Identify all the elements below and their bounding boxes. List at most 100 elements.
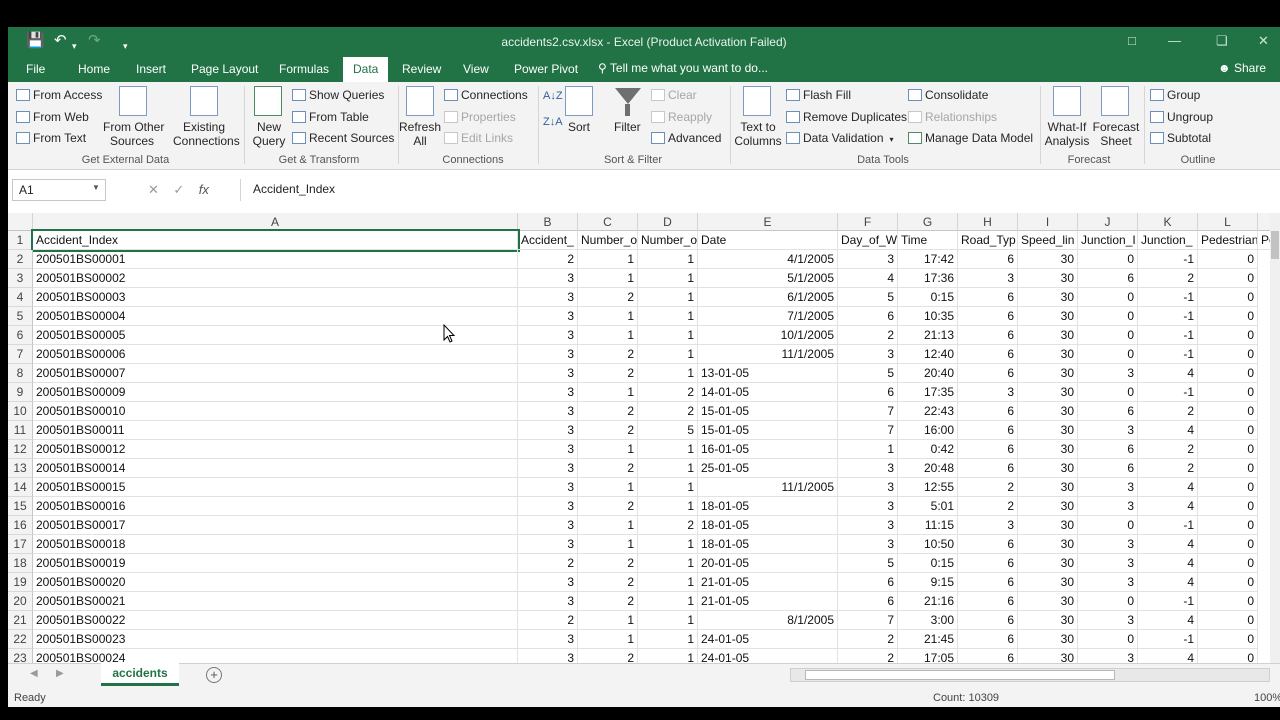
- table-cell[interactable]: 0: [1078, 288, 1138, 307]
- table-cell[interactable]: 30: [1018, 440, 1078, 459]
- tell-me-box[interactable]: ⚲ Tell me what you want to do...: [598, 61, 768, 75]
- table-cell[interactable]: 6: [958, 307, 1018, 326]
- tab-data[interactable]: Data: [343, 57, 389, 82]
- table-cell[interactable]: 8/1/2005: [698, 611, 838, 630]
- filter-button[interactable]: Filter: [614, 120, 641, 134]
- table-cell[interactable]: 0: [1198, 421, 1258, 440]
- table-cell[interactable]: -1: [1138, 516, 1198, 535]
- from-web-button[interactable]: From Web: [16, 110, 89, 124]
- from-text-button[interactable]: From Text: [16, 131, 86, 145]
- from-access-button[interactable]: From Access: [16, 88, 102, 102]
- table-cell[interactable]: 1: [638, 554, 698, 573]
- table-cell[interactable]: 0: [1198, 497, 1258, 516]
- table-cell[interactable]: 4: [1138, 573, 1198, 592]
- scroll-right-icon[interactable]: ▶: [56, 668, 64, 679]
- row-header[interactable]: 11: [8, 421, 33, 440]
- table-cell[interactable]: 6: [958, 535, 1018, 554]
- table-cell[interactable]: 3: [1078, 421, 1138, 440]
- table-cell[interactable]: -1: [1138, 383, 1198, 402]
- table-cell[interactable]: 20:48: [898, 459, 958, 478]
- row-header[interactable]: 5: [8, 307, 33, 326]
- table-cell[interactable]: 0: [1198, 592, 1258, 611]
- table-cell[interactable]: 0: [1078, 250, 1138, 269]
- table-cell[interactable]: 4: [1138, 364, 1198, 383]
- tab-insert[interactable]: Insert: [136, 61, 166, 78]
- table-cell[interactable]: 3:00: [898, 611, 958, 630]
- table-cell[interactable]: 6: [1078, 269, 1138, 288]
- table-cell[interactable]: 3: [518, 497, 578, 516]
- table-cell[interactable]: 6: [958, 592, 1018, 611]
- row-header[interactable]: 12: [8, 440, 33, 459]
- table-cell[interactable]: 6: [958, 402, 1018, 421]
- table-cell[interactable]: 6: [958, 326, 1018, 345]
- tab-power-pivot[interactable]: Power Pivot: [514, 61, 578, 78]
- forecast-sheet-button[interactable]: Forecast Sheet: [1091, 120, 1141, 148]
- table-cell[interactable]: 3: [838, 478, 898, 497]
- row-header[interactable]: 17: [8, 535, 33, 554]
- table-cell[interactable]: 2: [578, 497, 638, 516]
- table-cell[interactable]: 6: [958, 345, 1018, 364]
- table-cell[interactable]: 30: [1018, 383, 1078, 402]
- table-cell[interactable]: 2: [518, 250, 578, 269]
- show-queries-button[interactable]: Show Queries: [292, 88, 384, 102]
- table-cell[interactable]: 1: [638, 592, 698, 611]
- table-cell[interactable]: 0: [1078, 307, 1138, 326]
- table-cell[interactable]: 3: [1078, 478, 1138, 497]
- table-cell[interactable]: 2: [958, 478, 1018, 497]
- table-cell[interactable]: 3: [1078, 573, 1138, 592]
- table-cell[interactable]: 2: [578, 554, 638, 573]
- table-cell[interactable]: 21-01-05: [698, 592, 838, 611]
- table-cell[interactable]: 3: [518, 440, 578, 459]
- table-cell[interactable]: 1: [638, 497, 698, 516]
- ribbon-display-icon[interactable]: □: [1128, 33, 1136, 48]
- table-cell[interactable]: 30: [1018, 573, 1078, 592]
- table-cell[interactable]: 1: [578, 250, 638, 269]
- row-header[interactable]: 15: [8, 497, 33, 516]
- header-cell[interactable]: Number_o: [578, 231, 638, 250]
- existing-connections-button[interactable]: Existing Connections: [173, 120, 240, 148]
- enter-icon[interactable]: ✓: [173, 182, 184, 197]
- table-cell[interactable]: 3: [958, 516, 1018, 535]
- minimize-icon[interactable]: —: [1168, 33, 1181, 48]
- table-cell[interactable]: 0: [1078, 630, 1138, 649]
- table-cell[interactable]: 200501BS00009: [33, 383, 518, 402]
- table-cell[interactable]: 1: [638, 630, 698, 649]
- table-cell[interactable]: 30: [1018, 497, 1078, 516]
- table-cell[interactable]: 15-01-05: [698, 402, 838, 421]
- table-cell[interactable]: 2: [838, 326, 898, 345]
- table-cell[interactable]: 12:40: [898, 345, 958, 364]
- table-cell[interactable]: 3: [838, 345, 898, 364]
- header-cell[interactable]: Number_o: [638, 231, 698, 250]
- column-header-d[interactable]: D: [638, 213, 698, 231]
- header-cell[interactable]: Pedestrian: [1198, 231, 1258, 250]
- vertical-scroll-thumb[interactable]: [1271, 231, 1279, 259]
- table-cell[interactable]: 30: [1018, 630, 1078, 649]
- row-header[interactable]: 16: [8, 516, 33, 535]
- table-cell[interactable]: 2: [1138, 459, 1198, 478]
- table-cell[interactable]: 3: [838, 516, 898, 535]
- from-table-button[interactable]: From Table: [292, 110, 369, 124]
- table-cell[interactable]: 4: [1138, 535, 1198, 554]
- row-header[interactable]: 18: [8, 554, 33, 573]
- table-cell[interactable]: 3: [518, 269, 578, 288]
- table-cell[interactable]: 0: [1078, 345, 1138, 364]
- worksheet-grid[interactable]: ABCDEFGHIJKL 1 Accident_Index Accident_ Num…: [8, 213, 1270, 683]
- table-cell[interactable]: 2: [638, 383, 698, 402]
- table-cell[interactable]: 1: [638, 250, 698, 269]
- tab-review[interactable]: Review: [402, 61, 441, 78]
- table-cell[interactable]: 2: [578, 288, 638, 307]
- column-header-i[interactable]: I: [1018, 213, 1078, 231]
- table-cell[interactable]: 3: [1078, 497, 1138, 516]
- column-header-k[interactable]: K: [1138, 213, 1198, 231]
- table-cell[interactable]: 1: [638, 269, 698, 288]
- table-cell[interactable]: 11/1/2005: [698, 478, 838, 497]
- table-cell[interactable]: 2: [1138, 269, 1198, 288]
- table-cell[interactable]: 200501BS00017: [33, 516, 518, 535]
- header-cell[interactable]: Day_of_W: [838, 231, 898, 250]
- table-cell[interactable]: 3: [838, 459, 898, 478]
- table-cell[interactable]: 3: [518, 421, 578, 440]
- table-cell[interactable]: 0: [1078, 383, 1138, 402]
- table-cell[interactable]: 4: [1138, 421, 1198, 440]
- table-cell[interactable]: 2: [638, 402, 698, 421]
- header-cell[interactable]: Road_Typ: [958, 231, 1018, 250]
